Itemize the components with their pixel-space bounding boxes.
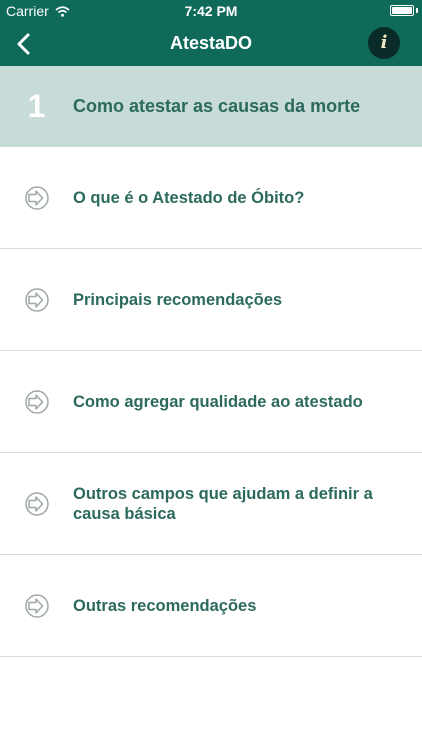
menu-item-principais-recomendacoes[interactable]: Principais recomendações xyxy=(0,249,422,351)
menu-item-label: Principais recomendações xyxy=(73,290,283,309)
section-header: 1 Como atestar as causas da morte xyxy=(0,66,422,147)
battery-icon xyxy=(390,5,414,16)
enter-arrow-icon xyxy=(0,287,73,313)
menu-item-atestado-obito[interactable]: O que é o Atestado de Óbito? xyxy=(0,147,422,249)
menu-list: O que é o Atestado de Óbito? Principais … xyxy=(0,147,422,657)
enter-arrow-icon xyxy=(0,389,73,415)
menu-item-label: Outras recomendações xyxy=(73,596,257,615)
menu-item-label: O que é o Atestado de Óbito? xyxy=(73,188,305,207)
info-button[interactable]: i xyxy=(368,27,400,59)
nav-bar: AtestaDO i xyxy=(0,22,422,66)
battery-tip xyxy=(416,8,418,13)
menu-item-label: Como agregar qualidade ao atestado xyxy=(73,392,363,411)
enter-arrow-icon xyxy=(0,185,73,211)
battery-level xyxy=(392,7,412,14)
app-header: Carrier 7:42 PM AtestaDO i xyxy=(0,0,422,66)
status-bar: Carrier 7:42 PM xyxy=(0,0,422,22)
info-icon: i xyxy=(380,32,388,53)
section-title: Como atestar as causas da morte xyxy=(73,96,361,116)
enter-arrow-icon xyxy=(0,593,73,619)
status-time: 7:42 PM xyxy=(184,3,238,19)
menu-item-qualidade-atestado[interactable]: Como agregar qualidade ao atestado xyxy=(0,351,422,453)
section-number: 1 xyxy=(27,88,46,124)
enter-arrow-icon xyxy=(0,491,73,517)
menu-item-label: Outros campos que ajudam a definir a cau… xyxy=(73,484,373,523)
menu-item-outras-recomendacoes[interactable]: Outras recomendações xyxy=(0,555,422,657)
menu-item-outros-campos[interactable]: Outros campos que ajudam a definir a cau… xyxy=(0,453,422,555)
page-title: AtestaDO xyxy=(169,33,253,53)
